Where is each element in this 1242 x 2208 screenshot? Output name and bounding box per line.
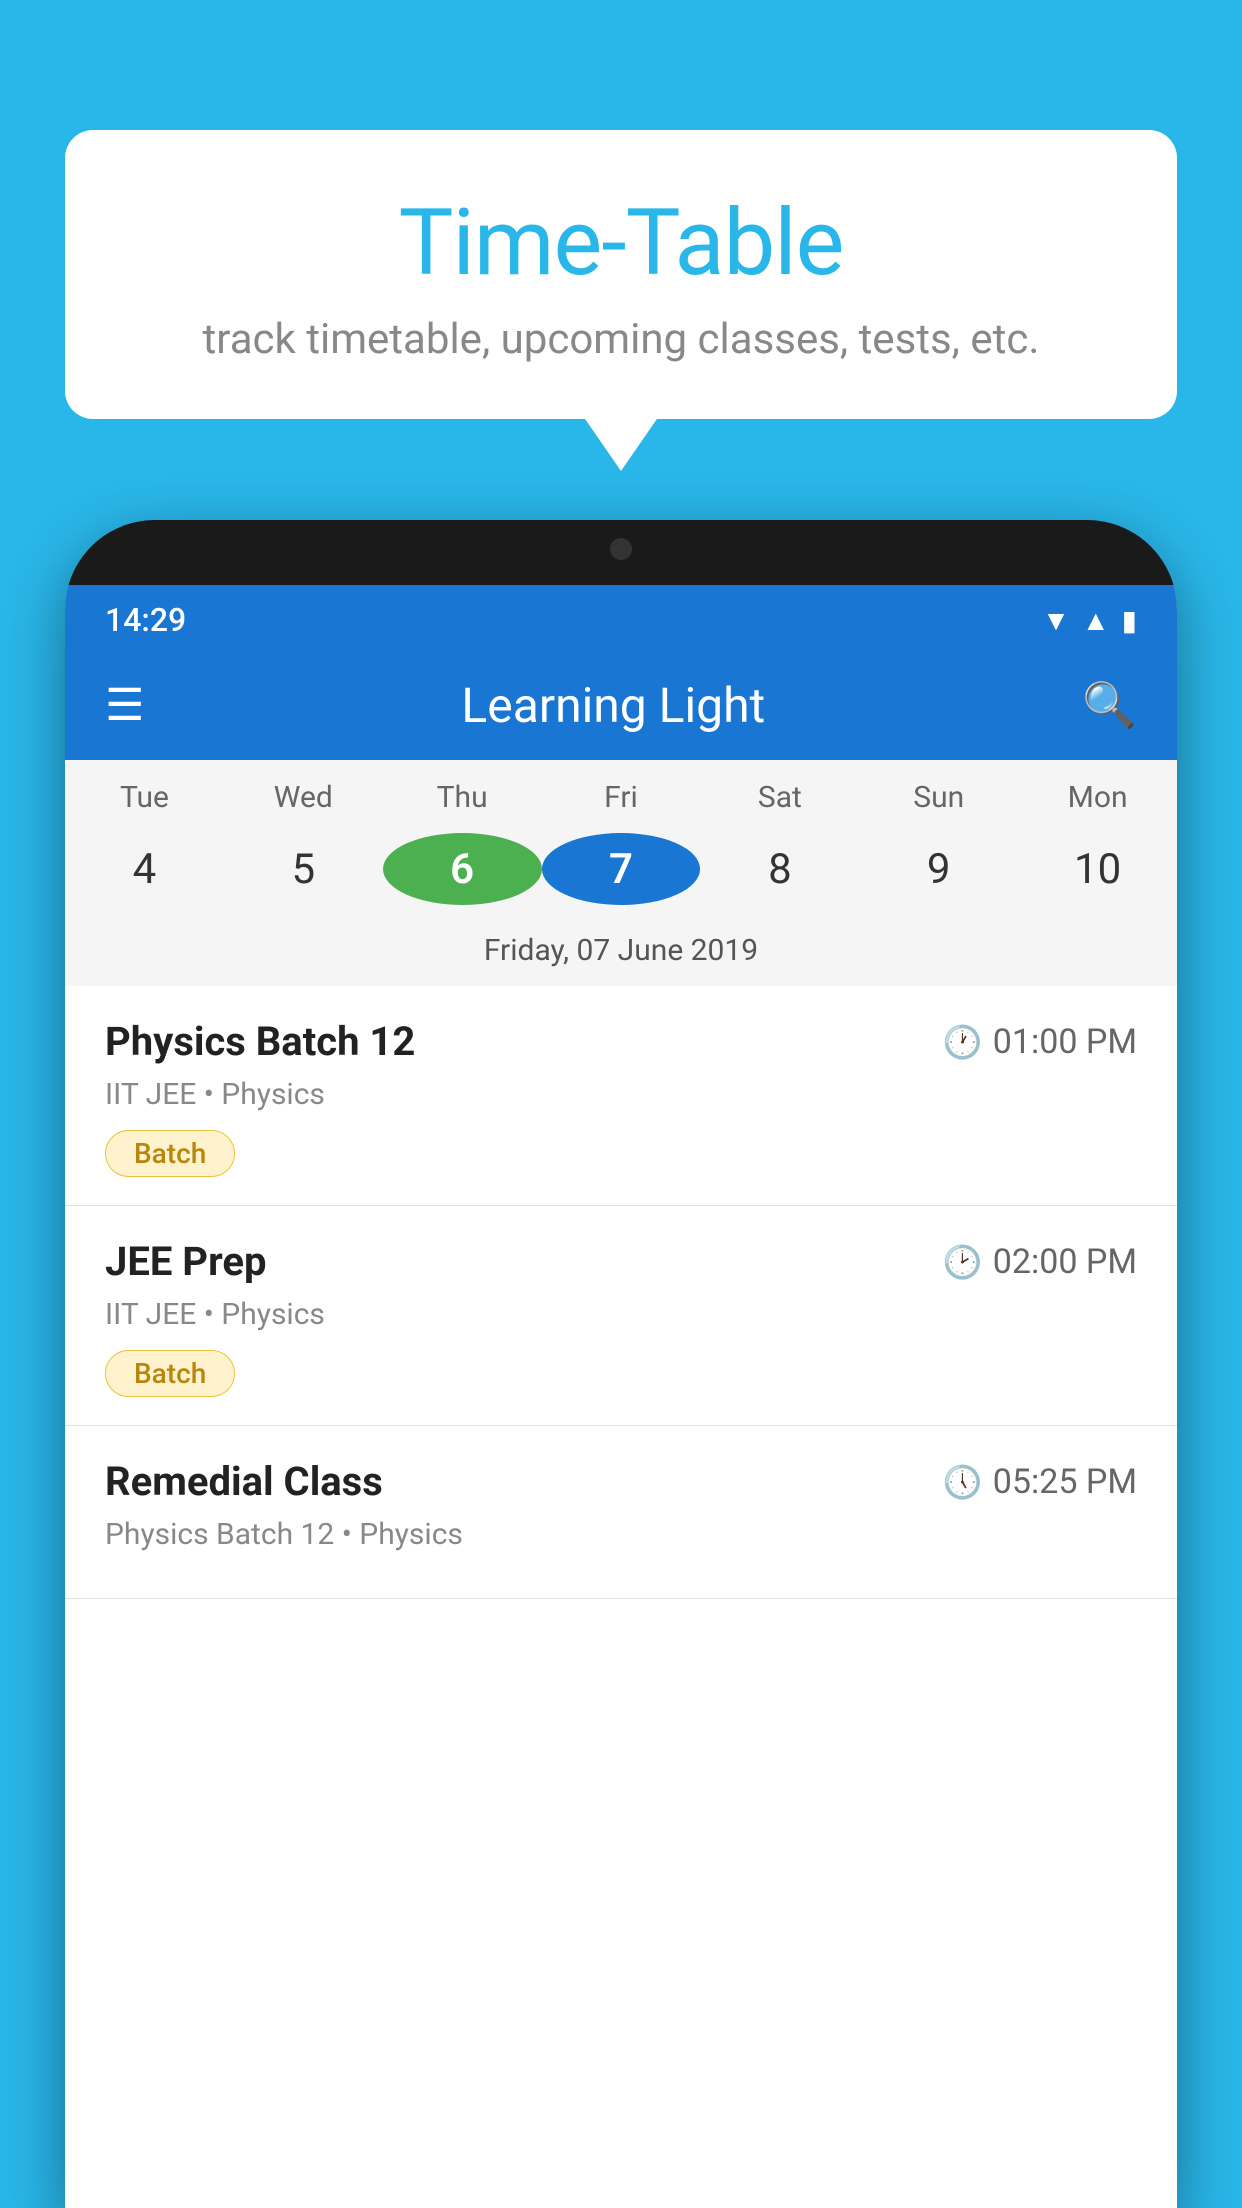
clock-icon-2: 🕑 (943, 1243, 983, 1281)
item-2-time-value: 02:00 PM (993, 1242, 1137, 1282)
item-2-badge: Batch (105, 1350, 235, 1397)
item-3-time-value: 05:25 PM (993, 1462, 1137, 1502)
item-2-time: 🕑 02:00 PM (943, 1242, 1137, 1282)
clock-icon-3: 🕔 (943, 1463, 983, 1501)
item-3-subtitle: Physics Batch 12 • Physics (105, 1517, 1137, 1552)
phone-frame: 14:29 ▼ ▲ ▮ ☰ Learning Light 🔍 Tue Wed T… (65, 520, 1177, 2208)
day-numbers: 4 5 6 7 8 9 10 (65, 823, 1177, 923)
day-header-mon: Mon (1018, 780, 1177, 815)
wifi-icon: ▼ (1042, 604, 1070, 637)
day-10[interactable]: 10 (1018, 833, 1177, 905)
calendar-section: Tue Wed Thu Fri Sat Sun Mon 4 5 6 7 8 9 … (65, 760, 1177, 986)
item-1-badge: Batch (105, 1130, 235, 1177)
schedule-item-1[interactable]: Physics Batch 12 🕐 01:00 PM IIT JEE • Ph… (65, 986, 1177, 1206)
day-header-fri: Fri (542, 780, 701, 815)
day-header-tue: Tue (65, 780, 224, 815)
status-time: 14:29 (105, 601, 186, 639)
day-9[interactable]: 9 (859, 833, 1018, 905)
hamburger-menu-icon[interactable]: ☰ (105, 679, 144, 731)
schedule-item-2[interactable]: JEE Prep 🕑 02:00 PM IIT JEE • Physics Ba… (65, 1206, 1177, 1426)
item-1-time: 🕐 01:00 PM (943, 1022, 1137, 1062)
search-icon[interactable]: 🔍 (1082, 679, 1137, 731)
day-header-sun: Sun (859, 780, 1018, 815)
battery-icon: ▮ (1122, 604, 1137, 637)
day-4[interactable]: 4 (65, 833, 224, 905)
item-3-header: Remedial Class 🕔 05:25 PM (105, 1458, 1137, 1505)
bubble-title: Time-Table (115, 190, 1127, 297)
status-bar: 14:29 ▼ ▲ ▮ (65, 585, 1177, 650)
speech-bubble-container: Time-Table track timetable, upcoming cla… (65, 130, 1177, 419)
day-header-sat: Sat (700, 780, 859, 815)
item-1-title: Physics Batch 12 (105, 1018, 415, 1065)
signal-icon: ▲ (1082, 604, 1110, 637)
item-3-title: Remedial Class (105, 1458, 383, 1505)
item-1-subtitle: IIT JEE • Physics (105, 1077, 1137, 1112)
day-headers: Tue Wed Thu Fri Sat Sun Mon (65, 760, 1177, 823)
day-header-thu: Thu (383, 780, 542, 815)
speech-bubble: Time-Table track timetable, upcoming cla… (65, 130, 1177, 419)
app-bar: ☰ Learning Light 🔍 (65, 650, 1177, 760)
item-2-subtitle: IIT JEE • Physics (105, 1297, 1137, 1332)
item-1-header: Physics Batch 12 🕐 01:00 PM (105, 1018, 1137, 1065)
day-7-selected[interactable]: 7 (542, 833, 701, 905)
phone-screen: 14:29 ▼ ▲ ▮ ☰ Learning Light 🔍 Tue Wed T… (65, 585, 1177, 2208)
item-3-time: 🕔 05:25 PM (943, 1462, 1137, 1502)
status-icons: ▼ ▲ ▮ (1042, 604, 1137, 637)
phone-notch (541, 520, 701, 578)
camera-dot (610, 538, 632, 560)
day-8[interactable]: 8 (700, 833, 859, 905)
selected-date-label: Friday, 07 June 2019 (65, 923, 1177, 986)
item-2-title: JEE Prep (105, 1238, 266, 1285)
day-6-today[interactable]: 6 (383, 833, 542, 905)
schedule-container: Physics Batch 12 🕐 01:00 PM IIT JEE • Ph… (65, 986, 1177, 1599)
item-2-header: JEE Prep 🕑 02:00 PM (105, 1238, 1137, 1285)
day-header-wed: Wed (224, 780, 383, 815)
day-5[interactable]: 5 (224, 833, 383, 905)
bubble-subtitle: track timetable, upcoming classes, tests… (115, 315, 1127, 364)
clock-icon-1: 🕐 (943, 1023, 983, 1061)
app-bar-title: Learning Light (174, 677, 1052, 734)
item-1-time-value: 01:00 PM (993, 1022, 1137, 1062)
schedule-item-3[interactable]: Remedial Class 🕔 05:25 PM Physics Batch … (65, 1426, 1177, 1599)
